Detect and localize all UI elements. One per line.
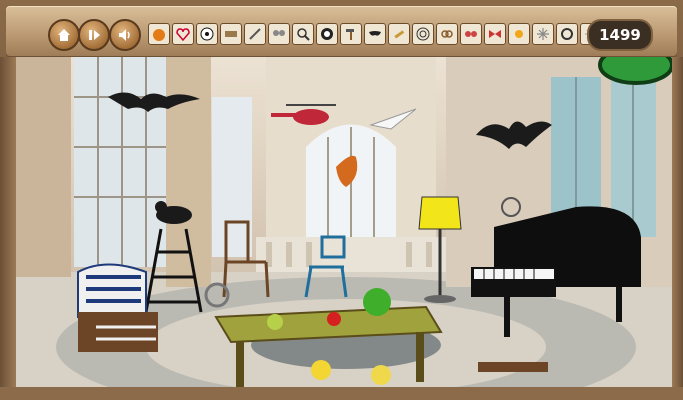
pause-play-icon: [89, 30, 100, 40]
snowflake-item-slot[interactable]: [532, 23, 554, 45]
palace-hall-scene: [16, 57, 672, 387]
lemon: [311, 360, 331, 380]
strawberry: [327, 312, 341, 326]
pumpkin-icon: [153, 29, 165, 41]
magnifier-icon: [297, 28, 310, 41]
heart-icon: [176, 28, 190, 42]
left-column: [16, 57, 71, 277]
soccer-ball-icon: [200, 27, 214, 41]
dartboard-icon: [321, 28, 333, 40]
wooden-board-item-slot[interactable]: [220, 23, 242, 45]
snowflake-icon: [537, 28, 549, 40]
beach-chair: [77, 263, 158, 352]
pretzel-icon: [441, 30, 453, 38]
mask-item-slot[interactable]: [364, 23, 386, 45]
sun-icon: [515, 30, 523, 38]
pencil-item-slot[interactable]: [388, 23, 410, 45]
pretzel-item-slot[interactable]: [436, 23, 458, 45]
find-items-list: [148, 23, 626, 45]
feather-icon: [249, 28, 261, 40]
balustrade: [256, 237, 446, 272]
heart-item-slot[interactable]: [172, 23, 194, 45]
hammer-icon: [346, 29, 354, 40]
score-display: 1499: [587, 19, 653, 51]
home-button[interactable]: [48, 19, 80, 51]
soccer-ball-item-slot[interactable]: [196, 23, 218, 45]
butterfly-item-slot[interactable]: [268, 23, 290, 45]
wooden-stool: [478, 362, 548, 372]
magnifier-item-slot[interactable]: [292, 23, 314, 45]
target-item-slot[interactable]: [412, 23, 434, 45]
game-scene[interactable]: [16, 57, 672, 387]
pear: [371, 365, 391, 385]
ring-item-slot[interactable]: [556, 23, 578, 45]
butterfly-2-icon: [465, 31, 477, 37]
green-apple: [363, 288, 391, 316]
sound-icon: [119, 29, 130, 41]
green-disc-object: [598, 57, 672, 85]
pencil-icon: [394, 30, 405, 39]
home-icon: [58, 29, 70, 41]
feather-item-slot[interactable]: [244, 23, 266, 45]
butterfly-icon: [273, 30, 285, 36]
dartboard-item-slot[interactable]: [316, 23, 338, 45]
sun-item-slot[interactable]: [508, 23, 530, 45]
bow-item-slot[interactable]: [484, 23, 506, 45]
pumpkin-item-slot[interactable]: [148, 23, 170, 45]
sound-button[interactable]: [109, 19, 141, 51]
pause-play-button[interactable]: [78, 19, 110, 51]
mask-icon: [369, 31, 381, 36]
window-2: [212, 97, 252, 257]
grapes: [267, 314, 283, 330]
ring-icon: [561, 28, 573, 40]
bow-icon: [489, 30, 501, 38]
frame-left: [0, 57, 16, 387]
frame-right: [672, 57, 683, 387]
frame-bottom: [0, 387, 683, 400]
butterfly-2-item-slot[interactable]: [460, 23, 482, 45]
wooden-board-icon: [225, 31, 237, 37]
hammer-item-slot[interactable]: [340, 23, 362, 45]
target-icon: [416, 27, 430, 41]
